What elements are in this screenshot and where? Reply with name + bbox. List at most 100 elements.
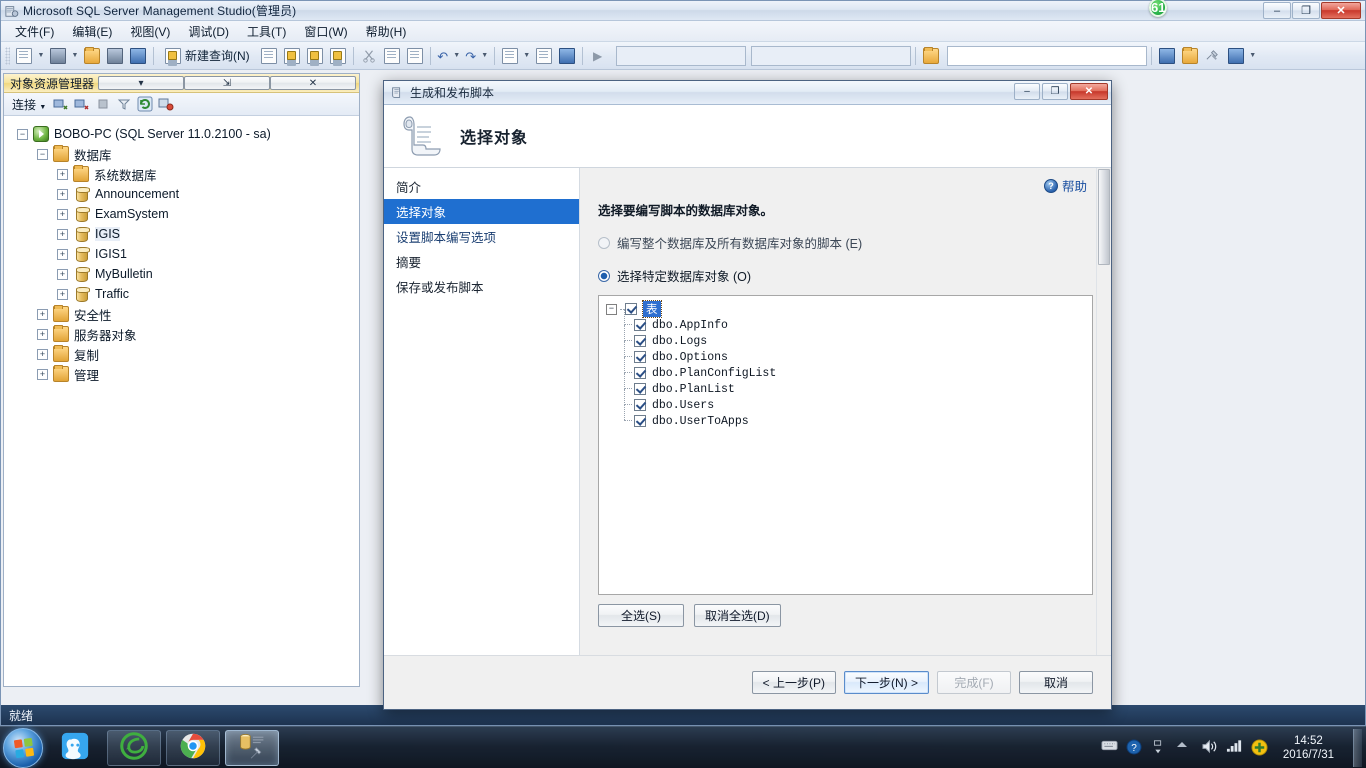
taskbar-clock[interactable]: 14:52 2016/7/31 — [1276, 734, 1341, 762]
object-explorer-icon[interactable] — [556, 45, 578, 67]
object-tree-item[interactable]: dbo.AppInfo — [606, 309, 1092, 333]
radio-entire-database[interactable]: 编写整个数据库及所有数据库对象的脚本 (E) — [598, 233, 1093, 252]
expander-icon[interactable]: + — [37, 348, 48, 360]
object-tree-item[interactable]: dbo.PlanList — [606, 373, 1092, 397]
search-input[interactable] — [946, 45, 1147, 66]
next-button[interactable]: 下一步(N) > — [843, 671, 929, 694]
menu-debug[interactable]: 调试(D) — [180, 21, 237, 42]
nav-item-set-script-options[interactable]: 设置脚本编写选项 — [384, 224, 579, 249]
synchronize-icon[interactable] — [157, 95, 175, 113]
nav-item-choose-objects[interactable]: 选择对象 — [384, 199, 579, 224]
paste-icon[interactable] — [404, 45, 426, 67]
dialog-close-button[interactable]: ✕ — [1070, 83, 1108, 100]
expander-icon[interactable]: + — [37, 368, 48, 380]
debug-config-combo[interactable] — [750, 45, 911, 66]
dialog-maximize-button[interactable]: ❐ — [1042, 83, 1068, 100]
solution-explorer-icon[interactable] — [499, 45, 521, 67]
filter-icon[interactable] — [115, 95, 133, 113]
redo-icon[interactable]: ↷ — [463, 48, 479, 64]
object-tree-item[interactable]: dbo.PlanConfigList — [606, 357, 1092, 381]
se-chevron-icon[interactable]: ▼ — [522, 45, 532, 67]
cut-icon[interactable] — [358, 45, 380, 67]
save-icon[interactable] — [104, 45, 126, 67]
expander-icon[interactable]: − — [17, 128, 28, 140]
checkbox-object[interactable] — [634, 335, 646, 347]
tree-node[interactable]: + 安全性 — [4, 304, 359, 324]
menu-window[interactable]: 窗口(W) — [296, 21, 355, 42]
menu-view[interactable]: 视图(V) — [122, 21, 178, 42]
taskbar-item-qq[interactable] — [48, 730, 102, 766]
checkbox-tables[interactable] — [625, 303, 637, 315]
start-button[interactable] — [3, 727, 43, 768]
checkbox-object[interactable] — [634, 367, 646, 379]
tray-show-hidden-icon[interactable] — [1151, 739, 1168, 756]
expander-icon[interactable]: + — [57, 248, 68, 260]
back-button[interactable]: < 上一步(P) — [751, 671, 836, 694]
tree-node[interactable]: + 复制 — [4, 344, 359, 364]
find-in-files-icon[interactable] — [920, 45, 942, 67]
new-xmla-query-icon[interactable] — [327, 45, 349, 67]
new-query-button[interactable]: 新建查询(N) — [158, 44, 257, 67]
new-project-icon[interactable] — [13, 45, 35, 67]
object-explorer-tree[interactable]: − BOBO-PC (SQL Server 11.0.2100 - sa) − … — [4, 116, 359, 686]
radio-button-selected[interactable] — [598, 269, 610, 282]
tree-node[interactable]: + IGIS1 — [4, 244, 359, 264]
tray-keyboard-icon[interactable] — [1101, 739, 1118, 756]
maximize-button[interactable]: ❐ — [1292, 2, 1320, 19]
tray-security-icon[interactable] — [1251, 739, 1268, 756]
close-button[interactable]: ✕ — [1321, 2, 1361, 19]
minimize-button[interactable]: – — [1263, 2, 1291, 19]
books-online-icon[interactable] — [1225, 45, 1247, 67]
tree-node[interactable]: + 服务器对象 — [4, 324, 359, 344]
nav-item-summary[interactable]: 摘要 — [384, 249, 579, 274]
menu-edit[interactable]: 编辑(E) — [64, 21, 120, 42]
object-tree-item[interactable]: dbo.Users — [606, 389, 1092, 413]
tree-node[interactable]: − 数据库 — [4, 144, 359, 164]
object-tree-item[interactable]: dbo.UserToApps — [606, 405, 1092, 429]
tray-network-flyout-icon[interactable] — [1176, 739, 1193, 756]
object-selection-tree[interactable]: − 表 dbo.AppInfo dbo.Logs dbo.Options dbo… — [598, 295, 1093, 595]
disconnect-icon[interactable] — [73, 95, 91, 113]
menu-tools[interactable]: 工具(T) — [239, 21, 294, 42]
expander-icon[interactable]: + — [57, 208, 68, 220]
open-file-icon[interactable] — [81, 45, 103, 67]
checkbox-object[interactable] — [634, 415, 646, 427]
object-tree-root[interactable]: − 表 — [606, 300, 1092, 318]
save-all-icon[interactable] — [127, 45, 149, 67]
toolbar-grip[interactable] — [5, 46, 10, 65]
nav-item-save-or-publish[interactable]: 保存或发布脚本 — [384, 274, 579, 299]
redo-chevron-icon[interactable]: ▼ — [480, 45, 490, 67]
expander-icon[interactable]: + — [37, 328, 48, 340]
tree-node-igis[interactable]: + IGIS — [4, 224, 359, 244]
tools-icon[interactable] — [1202, 45, 1224, 67]
new-item-icon[interactable] — [47, 45, 69, 67]
deselect-all-button[interactable]: 取消全选(D) — [694, 604, 781, 627]
checkbox-object[interactable] — [634, 399, 646, 411]
scrollbar-thumb[interactable] — [1098, 169, 1110, 265]
tree-node[interactable]: + 系统数据库 — [4, 164, 359, 184]
refresh-icon[interactable] — [136, 95, 154, 113]
security-badge[interactable]: 61 — [1149, 0, 1193, 27]
new-db-engine-query-icon[interactable] — [258, 45, 280, 67]
panel-menu-icon[interactable]: ▾ — [98, 76, 184, 90]
taskbar-item-chrome[interactable] — [166, 729, 220, 766]
taskbar-item-browser[interactable] — [107, 729, 161, 766]
connect-button[interactable]: 连接 ▼ — [9, 95, 49, 114]
show-desktop-button[interactable] — [1353, 728, 1362, 767]
object-tree-item[interactable]: dbo.Logs — [606, 325, 1092, 349]
menu-file[interactable]: 文件(F) — [7, 21, 62, 42]
tray-signal-icon[interactable] — [1226, 739, 1243, 756]
connect-object-explorer-icon[interactable] — [52, 95, 70, 113]
undo-icon[interactable]: ↶ — [435, 48, 451, 64]
expander-icon[interactable]: − — [37, 148, 48, 160]
checkbox-object[interactable] — [634, 319, 646, 331]
select-all-button[interactable]: 全选(S) — [598, 604, 684, 627]
radio-button-unselected[interactable] — [598, 236, 610, 249]
new-dmx-query-icon[interactable] — [304, 45, 326, 67]
checkbox-object[interactable] — [634, 351, 646, 363]
chevron-down-icon[interactable]: ▼ — [36, 45, 46, 67]
properties-icon[interactable] — [533, 45, 555, 67]
tree-node[interactable]: + 管理 — [4, 364, 359, 384]
debug-target-combo[interactable] — [615, 45, 746, 66]
taskbar-item-ssms[interactable] — [225, 729, 279, 766]
